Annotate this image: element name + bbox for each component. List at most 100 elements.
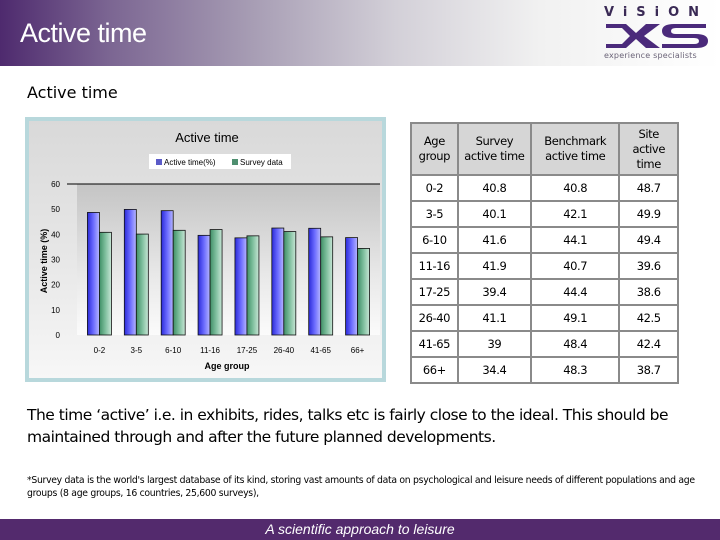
bar-survey-data	[246, 235, 260, 336]
legend-label-survey-data: Survey data	[240, 158, 283, 167]
vision-xs-logo: ViSiON experience specialists	[600, 5, 712, 63]
x-tick-label: 0-2	[94, 346, 106, 355]
cell-age-group: 0-2	[410, 174, 459, 202]
y-tick-label: 30	[51, 256, 60, 265]
cell-site-active-time: 39.6	[618, 252, 679, 280]
logo-xs-mark-icon	[606, 24, 708, 48]
table-header-row: Age group Survey active time Benchmark a…	[410, 122, 679, 176]
x-tick-label: 3-5	[131, 346, 143, 355]
bar-active-time	[271, 227, 285, 336]
footer-tagline: A scientific approach to leisure	[265, 521, 455, 537]
table-row: 26-40 41.1 49.1 42.5	[410, 304, 679, 332]
y-tick-label: 20	[51, 281, 60, 290]
table-row: 6-10 41.6 44.1 49.4	[410, 226, 679, 254]
cell-survey-active-time: 41.9	[456, 252, 533, 280]
bar-survey-data	[209, 229, 223, 336]
cell-benchmark-active-time: 40.7	[529, 252, 621, 280]
cell-survey-active-time: 39	[456, 330, 533, 358]
bar-active-time	[308, 227, 322, 336]
x-tick-label: 66+	[351, 346, 365, 355]
y-tick-label: 40	[51, 230, 60, 239]
cell-age-group: 17-25	[410, 278, 459, 306]
cell-survey-active-time: 40.1	[456, 200, 533, 228]
y-tick-label: 0	[56, 331, 61, 340]
cell-benchmark-active-time: 44.4	[529, 278, 621, 306]
x-tick-label: 26-40	[274, 346, 295, 355]
cell-benchmark-active-time: 44.1	[529, 226, 621, 254]
active-time-table: Age group Survey active time Benchmark a…	[410, 122, 679, 384]
cell-benchmark-active-time: 49.1	[529, 304, 621, 332]
cell-age-group: 66+	[410, 356, 459, 384]
x-tick-label: 17-25	[237, 346, 258, 355]
chart-frame: Active time Active time(%) Survey data 0…	[25, 117, 386, 382]
header-age-group: Age group	[410, 122, 459, 176]
page-title: Active time	[20, 18, 147, 48]
header-benchmark-active-time: Benchmark active time	[529, 122, 621, 176]
section-subtitle: Active time	[27, 83, 118, 102]
bar-active-time	[123, 209, 137, 336]
legend-swatch-survey-data	[232, 159, 238, 165]
x-axis-label: Age group	[205, 361, 250, 371]
header-site-active-time: Site active time	[618, 122, 679, 176]
logo-tagline: experience specialists	[604, 51, 697, 60]
cell-survey-active-time: 41.1	[456, 304, 533, 332]
chart-area: Active time Active time(%) Survey data 0…	[29, 121, 382, 378]
chart-title: Active time	[175, 130, 239, 145]
header-banner: Active time ViSiON experience specialist…	[0, 0, 720, 66]
bar-survey-data	[283, 231, 297, 336]
cell-benchmark-active-time: 40.8	[529, 174, 621, 202]
summary-paragraph: The time ‘active’ i.e. in exhibits, ride…	[27, 406, 669, 446]
cell-age-group: 11-16	[410, 252, 459, 280]
cell-age-group: 6-10	[410, 226, 459, 254]
bar-active-time	[345, 237, 358, 336]
cell-survey-active-time: 34.4	[456, 356, 533, 384]
bar-active-time	[160, 210, 174, 336]
y-tick-label: 60	[51, 180, 60, 189]
y-axis-label: Active time (%)	[39, 229, 49, 294]
plot-background	[77, 184, 380, 335]
footer-bar: A scientific approach to leisure	[0, 519, 720, 540]
cell-age-group: 3-5	[410, 200, 459, 228]
x-tick-label: 6-10	[165, 346, 182, 355]
cell-age-group: 26-40	[410, 304, 459, 332]
cell-benchmark-active-time: 42.1	[529, 200, 621, 228]
cell-site-active-time: 38.7	[618, 356, 679, 384]
y-tick-label: 50	[51, 205, 60, 214]
cell-site-active-time: 49.4	[618, 226, 679, 254]
cell-site-active-time: 38.6	[618, 278, 679, 306]
cell-survey-active-time: 40.8	[456, 174, 533, 202]
cell-site-active-time: 48.7	[618, 174, 679, 202]
cell-benchmark-active-time: 48.4	[529, 330, 621, 358]
bar-chart: Active time Active time(%) Survey data 0…	[39, 130, 380, 371]
cell-benchmark-active-time: 48.3	[529, 356, 621, 384]
cell-age-group: 41-65	[410, 330, 459, 358]
x-tick-label: 41-65	[310, 346, 331, 355]
cell-survey-active-time: 41.6	[456, 226, 533, 254]
table-row: 17-25 39.4 44.4 38.6	[410, 278, 679, 306]
y-tick-label: 10	[51, 306, 60, 315]
bar-survey-data	[357, 248, 370, 336]
table-row: 3-5 40.1 42.1 49.9	[410, 200, 679, 228]
x-tick-label: 11-16	[200, 346, 220, 355]
header-survey-active-time: Survey active time	[456, 122, 533, 176]
bar-survey-data	[320, 236, 334, 336]
cell-site-active-time: 42.4	[618, 330, 679, 358]
table-row: 66+ 34.4 48.3 38.7	[410, 356, 679, 384]
legend-label-active-time: Active time(%)	[164, 158, 216, 167]
bar-survey-data	[99, 231, 112, 336]
chart-legend: Active time(%) Survey data	[149, 154, 291, 169]
bar-survey-data	[135, 233, 149, 336]
table-row: 0-2 40.8 40.8 48.7	[410, 174, 679, 202]
cell-survey-active-time: 39.4	[456, 278, 533, 306]
survey-footnote: *Survey data is the world's largest data…	[27, 475, 695, 499]
logo-brand-text: ViSiON	[604, 5, 709, 20]
table-row: 11-16 41.9 40.7 39.6	[410, 252, 679, 280]
legend-swatch-active-time	[156, 159, 162, 165]
bar-active-time	[87, 212, 100, 336]
bar-active-time	[197, 234, 211, 336]
bar-survey-data	[172, 229, 186, 336]
cell-site-active-time: 42.5	[618, 304, 679, 332]
table-row: 41-65 39 48.4 42.4	[410, 330, 679, 358]
cell-site-active-time: 49.9	[618, 200, 679, 228]
bar-active-time	[234, 237, 248, 336]
